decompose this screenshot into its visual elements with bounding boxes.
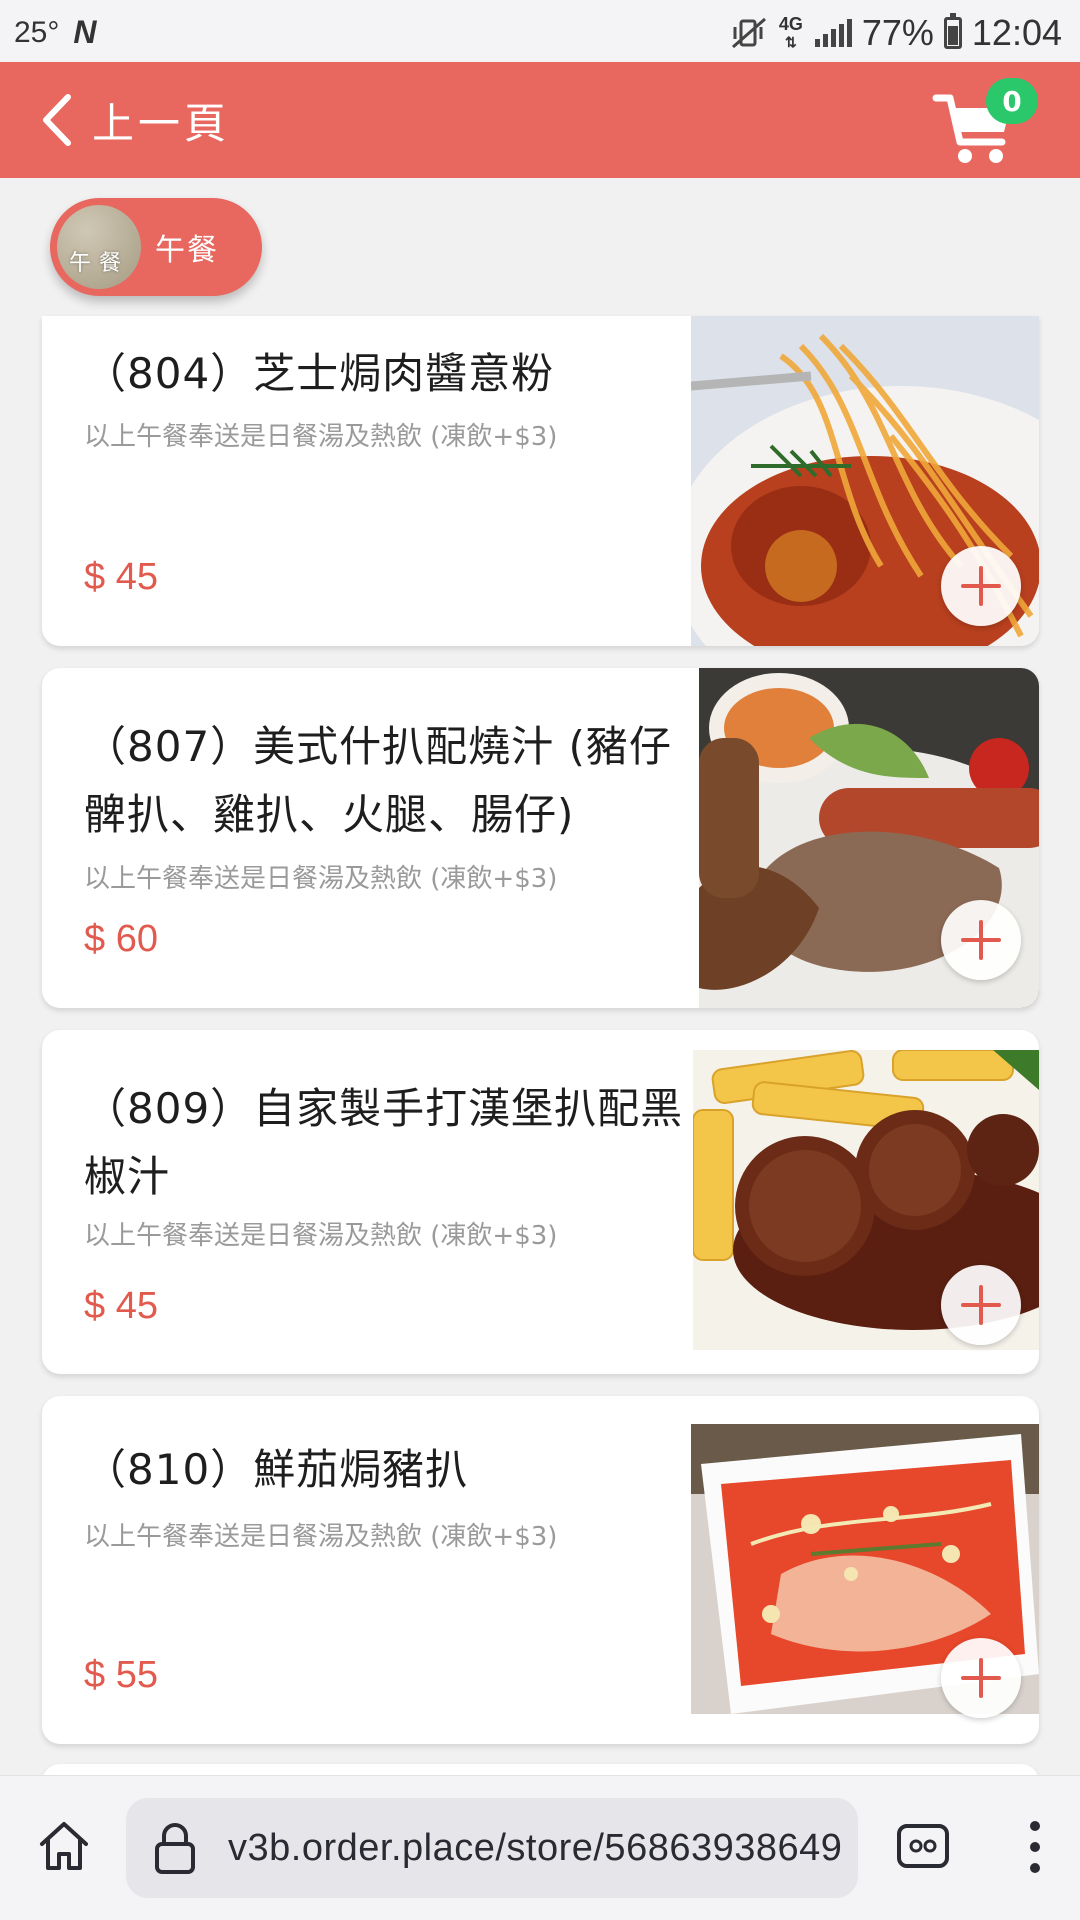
url-text: v3b.order.place/store/56863938649 <box>228 1826 843 1869</box>
cart-count-badge: 0 <box>986 78 1038 124</box>
back-label: 上一頁 <box>92 98 231 148</box>
notification-n-icon: N <box>73 14 97 50</box>
temperature-text: 25° <box>14 15 60 49</box>
item-title: （809）自家製手打漢堡扒配黑椒汁 <box>84 1084 684 1201</box>
add-to-cart-button[interactable] <box>941 1638 1021 1718</box>
item-price: $ 45 <box>84 1285 158 1327</box>
clock: 12:04 <box>971 12 1062 53</box>
battery-icon <box>943 13 962 49</box>
cart-button[interactable]: 0 <box>932 78 1038 164</box>
network-type: 4G ⇅ <box>778 14 803 50</box>
home-icon <box>40 1822 88 1870</box>
chevron-left-icon <box>43 94 71 146</box>
battery-percent: 77% <box>861 12 934 53</box>
item-price: $ 55 <box>84 1654 158 1696</box>
add-to-cart-button[interactable] <box>941 900 1021 980</box>
browser-toolbar: v3b.order.place/store/56863938649 <box>0 1775 1080 1920</box>
menu-item-card[interactable]: （810）鮮茄焗豬扒 以上午餐奉送是日餐湯及熱飲 (凍飲+$3) $ 55 <box>42 1396 1039 1744</box>
signal-icon <box>814 19 852 47</box>
item-price: $ 45 <box>84 556 158 598</box>
item-title: （810）鮮茄焗豬扒 <box>84 1445 469 1494</box>
incognito-tabs-icon <box>897 1824 949 1868</box>
add-to-cart-button[interactable] <box>941 546 1021 626</box>
menu-item-card[interactable]: （804）芝士焗肉醬意粉 以上午餐奉送是日餐湯及熱飲 (凍飲+$3) $ 45 <box>42 316 1039 646</box>
plus-icon <box>961 1658 1001 1698</box>
more-options-button[interactable] <box>1020 1816 1050 1878</box>
category-lunch-chip[interactable]: 午餐 午餐 <box>50 198 262 296</box>
status-bar: 25° N 4G ⇅ 77% 12:04 <box>0 0 1080 62</box>
app-header: 上一頁 0 <box>0 62 1080 178</box>
item-title: （807）美式什扒配燒汁 (豬仔髀扒、雞扒、火腿、腸仔) <box>84 722 672 839</box>
plus-icon <box>961 920 1001 960</box>
category-thumbnail: 午餐 <box>57 205 141 289</box>
item-title: （804）芝士焗肉醬意粉 <box>84 349 555 398</box>
menu-item-card[interactable]: （809）自家製手打漢堡扒配黑椒汁 以上午餐奉送是日餐湯及熱飲 (凍飲+$3) … <box>42 1030 1039 1374</box>
item-description: 以上午餐奉送是日餐湯及熱飲 (凍飲+$3) <box>84 422 558 452</box>
back-button[interactable]: 上一頁 <box>40 86 230 154</box>
home-button[interactable] <box>34 1816 94 1876</box>
add-to-cart-button[interactable] <box>941 1265 1021 1345</box>
tabs-button[interactable] <box>896 1820 950 1872</box>
item-description: 以上午餐奉送是日餐湯及熱飲 (凍飲+$3) <box>84 1221 558 1251</box>
category-thumbnail-text: 午餐 <box>68 251 129 276</box>
item-description: 以上午餐奉送是日餐湯及熱飲 (凍飲+$3) <box>84 1522 558 1552</box>
item-description: 以上午餐奉送是日餐湯及熱飲 (凍飲+$3) <box>84 864 558 894</box>
item-price: $ 60 <box>84 918 158 960</box>
vibrate-mute-icon <box>731 17 766 49</box>
address-bar[interactable]: v3b.order.place/store/56863938649 <box>126 1798 858 1898</box>
category-label: 午餐 <box>155 233 219 268</box>
plus-icon <box>961 566 1001 606</box>
plus-icon <box>961 1285 1001 1325</box>
more-vertical-icon <box>1030 1821 1040 1873</box>
menu-item-card[interactable]: （807）美式什扒配燒汁 (豬仔髀扒、雞扒、火腿、腸仔) 以上午餐奉送是日餐湯及… <box>42 668 1039 1008</box>
lock-icon <box>155 1823 195 1874</box>
